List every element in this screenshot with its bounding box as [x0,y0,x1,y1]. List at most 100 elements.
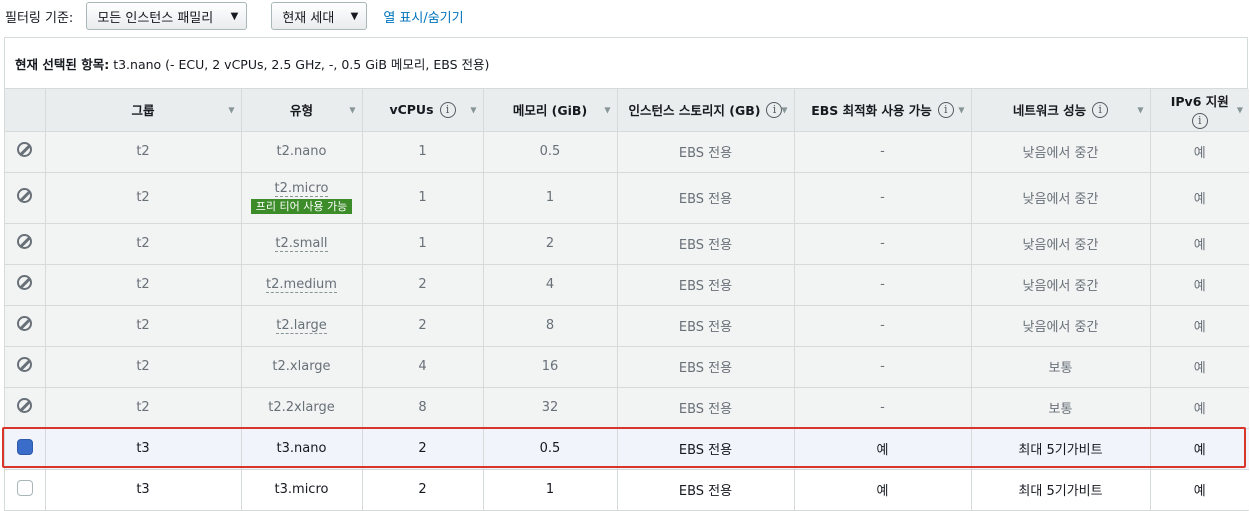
generation-select[interactable]: 현재 세대 ▼ [271,2,368,30]
selected-summary-label: 현재 선택된 항목: [15,56,110,72]
cell-network: 낮음에서 중간 [971,264,1151,305]
cell-ipv6: 예 [1150,305,1249,346]
cell-type: t2.large [241,305,363,346]
info-icon[interactable]: i [766,101,783,118]
instance-type-name[interactable]: t2.medium [266,277,337,293]
table-row[interactable]: t2 t2.small 1 2 EBS 전용 - 낮음에서 중간 예 [5,223,1249,264]
column-header-network[interactable]: 네트워크 성능 i ▼ [971,89,1151,132]
cell-vcpus: 2 [362,428,484,469]
cell-storage: EBS 전용 [617,172,795,223]
cell-network: 낮음에서 중간 [971,131,1151,172]
cell-vcpus: 2 [362,305,484,346]
info-icon[interactable]: i [439,101,456,118]
cell-ipv6: 예 [1150,264,1249,305]
cell-group: t2 [45,264,242,305]
instance-type-cell: t2.nano [277,144,327,159]
cell-ebs: - [794,346,972,387]
cell-group: t2 [45,131,242,172]
sort-icon: ▼ [228,105,235,115]
cell-storage: EBS 전용 [617,131,795,172]
instance-type-name[interactable]: t2.micro [274,181,329,197]
cell-ebs: - [794,172,972,223]
instance-family-value: 모든 인스턴스 패밀리 [97,10,214,26]
cell-memory: 4 [483,264,618,305]
row-select-cell [5,172,46,223]
unavailable-icon [17,275,33,290]
column-header-type-label: 유형 [289,103,313,119]
column-header-group[interactable]: 그룹 ▼ [45,89,242,132]
table-row[interactable]: t3 t3.nano 2 0.5 EBS 전용 예 최대 5기가비트 예 [5,428,1249,469]
sort-icon: ▼ [470,105,477,115]
cell-memory: 0.5 [483,131,618,172]
cell-ebs: - [794,387,972,428]
cell-memory: 16 [483,346,618,387]
cell-ipv6: 예 [1150,469,1249,510]
unavailable-icon [17,234,33,249]
cell-type: t3.nano [241,428,363,469]
table-row[interactable]: t2 t2.nano 1 0.5 EBS 전용 - 낮음에서 중간 예 [5,131,1249,172]
instance-type-panel: 현재 선택된 항목: t3.nano (- ECU, 2 vCPUs, 2.5 … [4,37,1249,511]
row-select-radio[interactable] [16,479,33,496]
info-icon[interactable]: i [1191,112,1208,129]
cell-storage: EBS 전용 [617,469,795,510]
instance-family-select[interactable]: 모든 인스턴스 패밀리 ▼ [86,2,248,30]
row-select-cell [5,131,46,172]
column-header-memory[interactable]: 메모리 (GiB) ▼ [483,89,618,132]
instance-type-cell: t2.medium [266,277,337,293]
instance-type-name[interactable]: t2.2xlarge [268,400,334,415]
table-row[interactable]: t3 t3.micro 2 1 EBS 전용 예 최대 5기가비트 예 [5,469,1249,510]
cell-vcpus: 2 [362,264,484,305]
info-icon[interactable]: i [937,101,954,118]
column-header-vcpus-label: vCPUs [389,102,434,118]
cell-storage: EBS 전용 [617,387,795,428]
cell-memory: 2 [483,223,618,264]
cell-ebs: - [794,223,972,264]
cell-group: t3 [45,428,242,469]
row-select-cell [5,223,46,264]
cell-type: t2.xlarge [241,346,363,387]
cell-group: t2 [45,305,242,346]
row-select-cell[interactable] [5,428,46,469]
show-hide-columns-link[interactable]: 열 표시/숨기기 [383,7,463,26]
cell-vcpus: 8 [362,387,484,428]
column-header-ipv6[interactable]: IPv6 지원 i ▼ [1150,89,1249,132]
column-header-vcpus[interactable]: vCPUs i ▼ [362,89,484,132]
table-row[interactable]: t2 t2.2xlarge 8 32 EBS 전용 - 보통 예 [5,387,1249,428]
cell-network: 낮음에서 중간 [971,305,1151,346]
column-header-network-label: 네트워크 성능 [1012,103,1087,119]
table-row[interactable]: t2 t2.large 2 8 EBS 전용 - 낮음에서 중간 예 [5,305,1249,346]
table-row[interactable]: t2 t2.medium 2 4 EBS 전용 - 낮음에서 중간 예 [5,264,1249,305]
instance-type-name[interactable]: t2.large [276,318,327,334]
sort-icon: ▼ [1137,105,1144,115]
column-header-type[interactable]: 유형 ▼ [241,89,363,132]
instance-type-cell: t2.2xlarge [268,400,334,415]
column-header-ebs[interactable]: EBS 최적화 사용 가능 i ▼ [794,89,972,132]
row-select-radio[interactable] [16,438,33,455]
table-row[interactable]: t2 t2.xlarge 4 16 EBS 전용 - 보통 예 [5,346,1249,387]
column-header-storage-label: 인스턴스 스토리지 (GB) [628,103,761,119]
instance-type-name[interactable]: t2.nano [277,144,327,159]
row-select-cell[interactable] [5,469,46,510]
row-select-cell [5,264,46,305]
table-row[interactable]: t2 t2.micro 프리 티어 사용 가능 1 1 EBS 전용 - 낮음에서 중간 예 [5,172,1249,223]
cell-vcpus: 4 [362,346,484,387]
instance-type-name[interactable]: t2.small [275,236,328,252]
column-header-storage[interactable]: 인스턴스 스토리지 (GB) i ▼ [617,89,795,132]
unavailable-icon [17,142,33,157]
sort-icon: ▼ [349,105,356,115]
instance-type-cell: t2.large [276,318,327,334]
cell-memory: 1 [483,172,618,223]
instance-type-cell: t3.micro [275,482,329,497]
cell-type: t2.2xlarge [241,387,363,428]
cell-storage: EBS 전용 [617,305,795,346]
info-icon[interactable]: i [1092,101,1109,118]
instance-type-name[interactable]: t2.xlarge [272,359,330,374]
row-select-cell [5,305,46,346]
cell-network: 보통 [971,346,1151,387]
cell-type: t2.small [241,223,363,264]
cell-network: 낮음에서 중간 [971,172,1151,223]
unavailable-icon [17,188,33,203]
column-header-memory-label: 메모리 (GiB) [512,103,588,119]
cell-group: t2 [45,172,242,223]
selected-summary-value: t3.nano (- ECU, 2 vCPUs, 2.5 GHz, -, 0.5… [113,56,490,72]
